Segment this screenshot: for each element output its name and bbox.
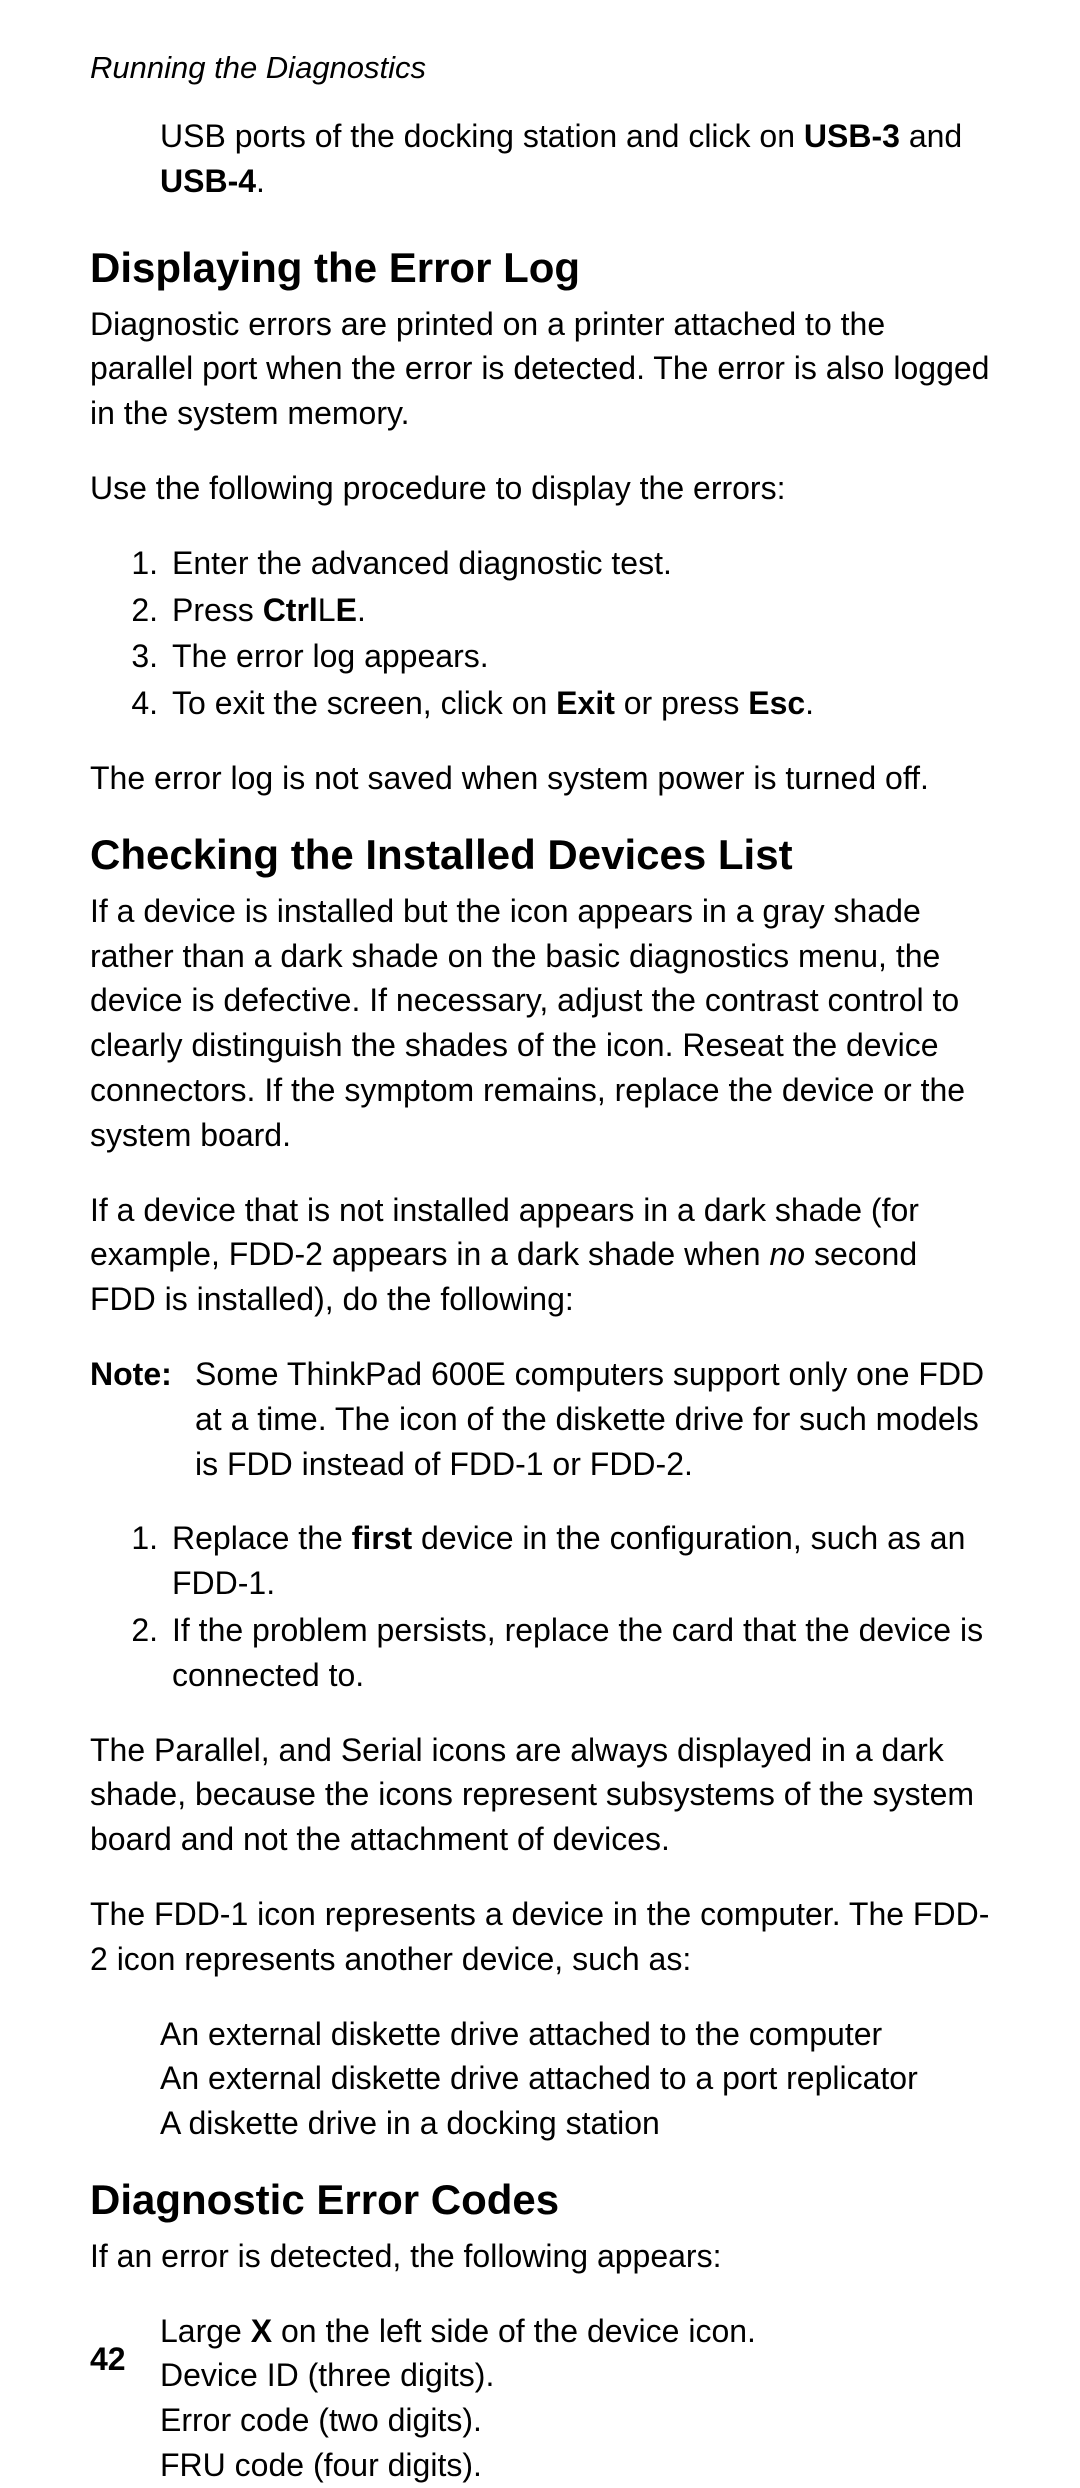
note-label: Note: — [90, 1352, 195, 1486]
list-item: 2. If the problem persists, replace the … — [120, 1608, 990, 1698]
heading-check-devices: Checking the Installed Devices List — [90, 831, 990, 879]
ordered-list: 1. Enter the advanced diagnostic test. 2… — [120, 541, 990, 726]
list-item: 4. To exit the screen, click on Exit or … — [120, 681, 990, 726]
list-number: 3. — [120, 634, 172, 679]
list-item: 1. Replace the first device in the confi… — [120, 1516, 990, 1606]
paragraph: If a device that is not installed appear… — [90, 1188, 990, 1322]
heading-error-codes: Diagnostic Error Codes — [90, 2176, 990, 2224]
paragraph: If a device is installed but the icon ap… — [90, 889, 990, 1158]
bullet-item: An external diskette drive attached to a… — [160, 2056, 990, 2101]
bullet-item: FRU code (four digits). — [160, 2443, 990, 2488]
no-italic: no — [769, 1236, 805, 1272]
text: USB ports of the docking station and cli… — [160, 118, 804, 154]
list-number: 1. — [120, 1516, 172, 1606]
text: . — [357, 592, 366, 628]
text: L — [318, 592, 336, 628]
page-number: 42 — [90, 2341, 126, 2378]
usb3-label: USB-3 — [804, 118, 900, 154]
bullet-list: An external diskette drive attached to t… — [160, 2012, 990, 2146]
bullet-item: An external diskette drive attached to t… — [160, 2012, 990, 2057]
list-number: 2. — [120, 1608, 172, 1698]
paragraph: If an error is detected, the following a… — [90, 2234, 990, 2279]
key-ctrl: Ctrl — [263, 592, 318, 628]
text: and — [900, 118, 962, 154]
paragraph: Diagnostic errors are printed on a print… — [90, 302, 990, 436]
text: . — [256, 163, 265, 199]
note-block: Note: Some ThinkPad 600E computers suppo… — [90, 1352, 990, 1486]
list-item: 3. The error log appears. — [120, 634, 990, 679]
text: . — [805, 685, 814, 721]
note-text: Some ThinkPad 600E computers support onl… — [195, 1352, 990, 1486]
text: on the left side of the device icon. — [272, 2313, 756, 2349]
list-item: 2. Press CtrlLE. — [120, 588, 990, 633]
paragraph: Use the following procedure to display t… — [90, 466, 990, 511]
bullet-item: Device ID (three digits). — [160, 2353, 990, 2398]
exit-label: Exit — [556, 685, 615, 721]
key-esc: Esc — [748, 685, 805, 721]
text: To exit the screen, click on — [172, 685, 556, 721]
running-header: Running the Diagnostics — [90, 50, 990, 86]
intro-continuation: USB ports of the docking station and cli… — [160, 114, 990, 204]
list-text: If the problem persists, replace the car… — [172, 1608, 990, 1698]
text: Replace the — [172, 1520, 352, 1556]
ordered-list: 1. Replace the first device in the confi… — [120, 1516, 990, 1697]
list-text: Enter the advanced diagnostic test. — [172, 541, 990, 586]
list-text: The error log appears. — [172, 634, 990, 679]
list-item: 1. Enter the advanced diagnostic test. — [120, 541, 990, 586]
paragraph: The Parallel, and Serial icons are alway… — [90, 1728, 990, 1862]
bullet-list: Large X on the left side of the device i… — [160, 2309, 990, 2488]
bullet-item: A diskette drive in a docking station — [160, 2101, 990, 2146]
text: Large — [160, 2313, 251, 2349]
key-e: E — [336, 592, 357, 628]
text: or press — [615, 685, 748, 721]
list-text: To exit the screen, click on Exit or pre… — [172, 681, 990, 726]
bullet-item: Error code (two digits). — [160, 2398, 990, 2443]
x-label: X — [251, 2313, 272, 2349]
heading-error-log: Displaying the Error Log — [90, 244, 990, 292]
paragraph: The FDD-1 icon represents a device in th… — [90, 1892, 990, 1982]
list-number: 1. — [120, 541, 172, 586]
bullet-item: Large X on the left side of the device i… — [160, 2309, 990, 2354]
usb4-label: USB-4 — [160, 163, 256, 199]
first-label: first — [352, 1520, 412, 1556]
list-number: 4. — [120, 681, 172, 726]
text: Press — [172, 592, 263, 628]
list-number: 2. — [120, 588, 172, 633]
paragraph: The error log is not saved when system p… — [90, 756, 990, 801]
list-text: Replace the first device in the configur… — [172, 1516, 990, 1606]
list-text: Press CtrlLE. — [172, 588, 990, 633]
